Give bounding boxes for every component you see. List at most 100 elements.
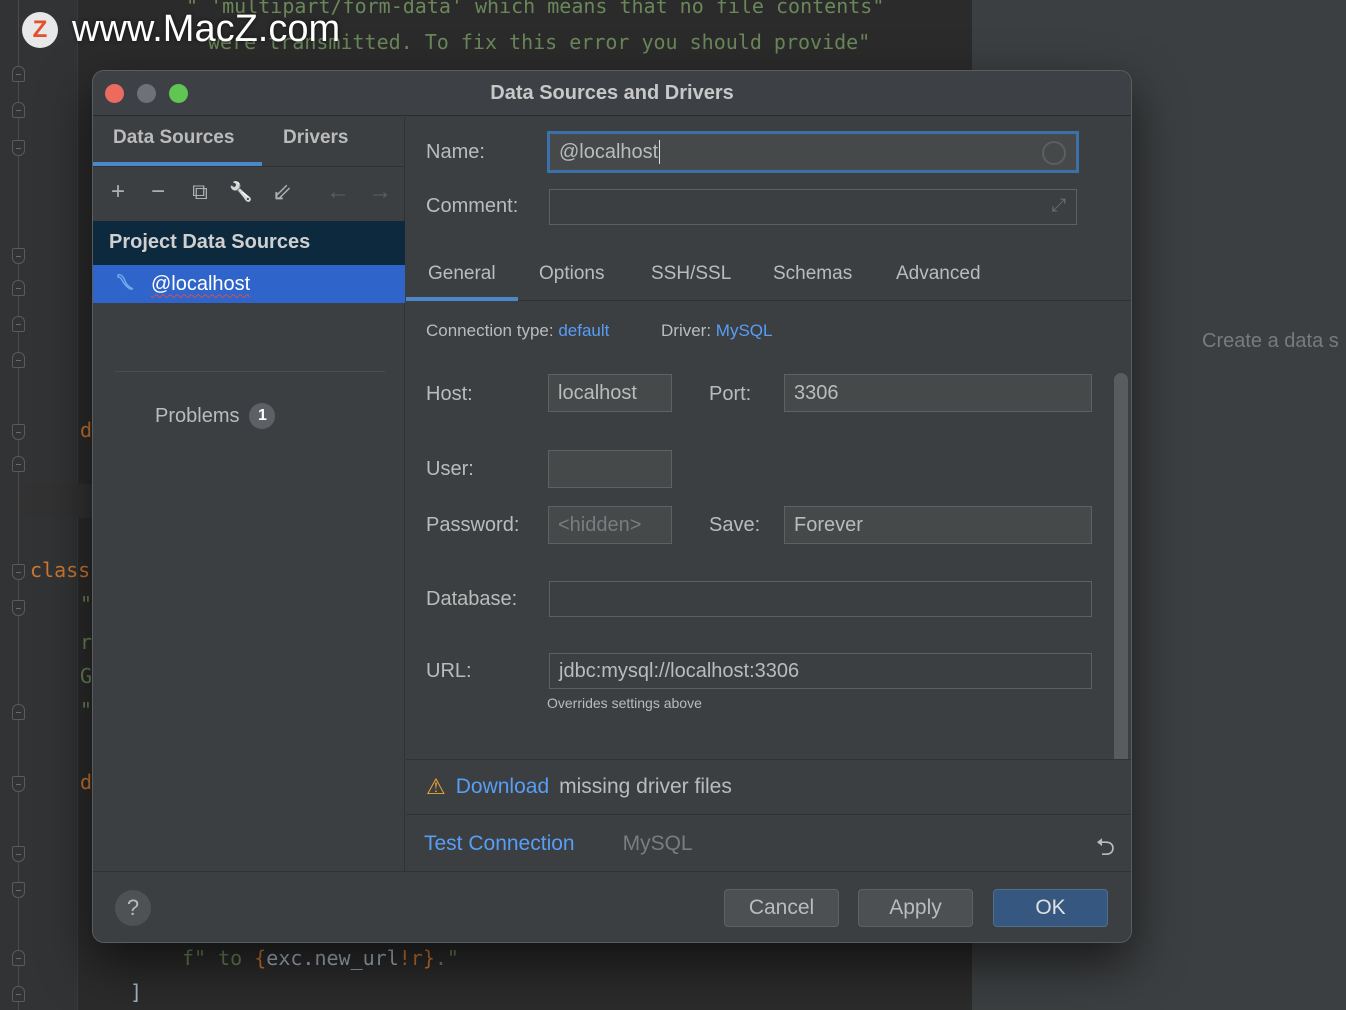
revert-icon[interactable]: ⮌ [1096,830,1115,871]
back-arrow-icon[interactable]: ← [323,177,353,207]
fold-icon[interactable] [12,882,25,898]
host-input[interactable]: localhost [548,374,672,412]
tab-advanced[interactable]: Advanced [896,263,981,285]
cancel-button[interactable]: Cancel [724,889,839,927]
problems-label: Problems [155,404,240,427]
watermark-logo: Z [22,11,58,48]
fold-icon[interactable] [12,564,25,580]
tab-options[interactable]: Options [539,263,604,285]
fold-icon[interactable] [12,316,25,332]
dialog-title: Data Sources and Drivers [490,82,734,104]
user-input[interactable] [548,450,672,488]
watermark-text: www.MacZ.com [72,8,341,50]
settings-tabs: General Options SSH/SSL Schemas Advanced [406,247,1131,301]
apply-button[interactable]: Apply [858,889,973,927]
tab-schemas[interactable]: Schemas [773,263,852,285]
fold-icon[interactable] [12,986,25,1002]
mysql-dolphin-icon [115,271,137,298]
empty-state-hint: Create a data s [1202,330,1339,352]
fold-icon[interactable] [12,424,25,440]
fold-icon[interactable] [12,846,25,862]
url-input[interactable]: jdbc:mysql://localhost:3306 [549,653,1092,689]
comment-label: Comment: [426,195,519,217]
fold-icon[interactable] [12,140,25,156]
fold-icon[interactable] [12,248,25,264]
missing-driver-warning: ⚠ Download missing driver files [406,759,1131,815]
help-button[interactable]: ? [115,890,151,926]
code-line: " [80,592,93,616]
data-source-settings: Name: @localhost Comment: ⤢ General Opti… [406,117,1131,871]
data-source-label: @localhost [151,272,251,295]
save-label: Save: [709,514,761,536]
code-line: " [80,698,93,722]
add-icon[interactable]: + [103,177,133,207]
driver-name: MySQL [622,831,693,855]
problems-count-badge: 1 [249,403,276,429]
fold-icon[interactable] [12,456,25,472]
problems-item[interactable]: Problems 1 [155,403,276,429]
code-line: G [80,664,93,688]
forward-arrow-icon[interactable]: → [365,177,395,207]
active-tab-indicator [93,162,262,166]
warning-text: missing driver files [559,775,732,798]
expand-icon[interactable]: ⤢ [1052,195,1066,216]
url-label: URL: [426,660,472,682]
tab-ssh-ssl[interactable]: SSH/SSL [651,263,731,285]
host-label: Host: [426,383,473,405]
connection-type-row: Connection type: default [426,321,610,340]
warning-icon: ⚠ [426,774,446,799]
port-label: Port: [709,383,752,405]
test-connection-link[interactable]: Test Connection [424,832,575,856]
divider [115,371,385,372]
fold-icon[interactable] [12,600,25,616]
database-label: Database: [426,588,518,610]
password-input[interactable]: <hidden> [548,506,672,544]
text-caret [659,140,661,164]
save-select[interactable]: Forever [784,506,1092,544]
import-icon[interactable]: ⇙ [267,177,297,207]
data-sources-toolbar: + − ⧉ 🔧 ⇙ ← → [93,169,405,219]
fold-icon[interactable] [12,352,25,368]
duplicate-icon[interactable]: ⧉ [185,177,215,207]
watermark: Z www.MacZ.com [22,8,340,51]
code-line: class [30,558,91,582]
color-circle-icon[interactable] [1042,141,1066,165]
dialog-footer: ? Cancel Apply OK [93,871,1131,942]
password-label: Password: [426,514,520,536]
tab-drivers[interactable]: Drivers [283,127,349,149]
fold-icon[interactable] [12,102,25,118]
vertical-scrollbar[interactable] [1114,373,1128,773]
port-input[interactable]: 3306 [784,374,1092,412]
data-sources-pane: Data Sources Drivers + − ⧉ 🔧 ⇙ ← → Proje… [93,117,405,871]
tab-data-sources[interactable]: Data Sources [113,127,234,149]
data-sources-dialog: Data Sources and Drivers Data Sources Dr… [92,70,1132,943]
wrench-icon[interactable]: 🔧 [226,177,256,207]
fold-icon[interactable] [12,66,25,82]
download-driver-link[interactable]: Download [456,775,549,799]
code-line: ] [130,980,143,1004]
connection-type-link[interactable]: default [558,321,609,340]
comment-input[interactable]: ⤢ [549,189,1077,225]
fold-icon[interactable] [12,280,25,296]
fold-icon[interactable] [12,776,25,792]
code-line: d [80,418,93,442]
driver-link[interactable]: MySQL [716,321,773,340]
database-input[interactable] [549,581,1092,617]
ok-button[interactable]: OK [993,889,1108,927]
data-source-item[interactable]: @localhost [93,265,405,303]
general-tab-content: Connection type: default Driver: MySQL H… [406,301,1131,829]
left-tabs: Data Sources Drivers [93,117,405,167]
section-header-project-data-sources: Project Data Sources [93,221,405,265]
dialog-titlebar[interactable]: Data Sources and Drivers [93,71,1131,116]
remove-icon[interactable]: − [143,177,173,207]
tab-general[interactable]: General [428,263,496,285]
fold-icon[interactable] [12,950,25,966]
fold-icon[interactable] [12,704,25,720]
url-hint: Overrides settings above [547,695,702,711]
driver-row: Driver: MySQL [661,321,773,340]
test-connection-bar: Test Connection MySQL ⮌ [406,816,1131,871]
code-line: f" to {exc.new_url!r}." [182,946,459,970]
user-label: User: [426,458,474,480]
name-label: Name: [426,141,485,163]
name-input[interactable]: @localhost [547,131,1079,173]
